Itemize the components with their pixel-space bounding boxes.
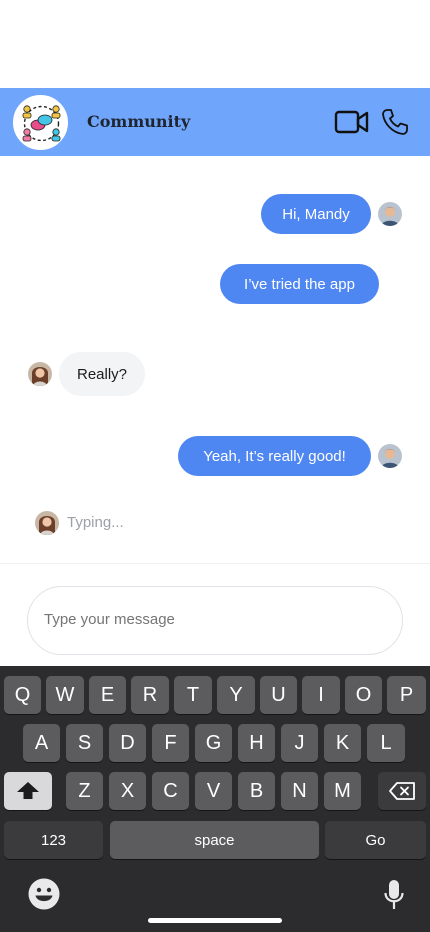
community-group-icon	[22, 105, 61, 142]
video-call-button[interactable]	[334, 109, 370, 135]
keyboard: Q W E R T Y U I O P A S D F G H J K L Z …	[0, 666, 430, 932]
home-indicator	[148, 918, 282, 923]
message-bubble-outgoing[interactable]: I’ve tried the app	[220, 264, 379, 304]
user-avatar-icon	[378, 444, 402, 468]
key-o[interactable]: O	[345, 676, 382, 714]
emoji-icon	[28, 878, 60, 910]
message-input[interactable]	[44, 611, 374, 628]
microphone-icon	[384, 880, 404, 909]
key-w[interactable]: W	[46, 676, 84, 714]
key-i[interactable]: I	[302, 676, 340, 714]
user-avatar-icon	[378, 202, 402, 226]
shift-icon	[17, 782, 39, 799]
key-t[interactable]: T	[174, 676, 212, 714]
key-k[interactable]: K	[324, 724, 361, 762]
key-s[interactable]: S	[66, 724, 103, 762]
message-bubble-outgoing[interactable]: Hi, Mandy	[261, 194, 371, 234]
key-u[interactable]: U	[260, 676, 297, 714]
chat-header: Community	[0, 88, 430, 156]
key-r[interactable]: R	[131, 676, 169, 714]
key-h[interactable]: H	[238, 724, 275, 762]
key-q[interactable]: Q	[4, 676, 41, 714]
key-c[interactable]: C	[152, 772, 189, 810]
key-z[interactable]: Z	[66, 772, 103, 810]
key-d[interactable]: D	[109, 724, 146, 762]
key-g[interactable]: G	[195, 724, 232, 762]
message-composer[interactable]	[27, 586, 403, 655]
group-avatar[interactable]	[13, 95, 68, 150]
key-b[interactable]: B	[238, 772, 275, 810]
backspace-key[interactable]	[378, 772, 426, 810]
key-p[interactable]: P	[387, 676, 426, 714]
go-key[interactable]: Go	[325, 821, 426, 859]
key-l[interactable]: L	[367, 724, 405, 762]
divider	[0, 563, 430, 564]
user-avatar[interactable]	[378, 202, 402, 226]
contact-avatar-icon	[35, 511, 59, 535]
user-avatar[interactable]	[378, 444, 402, 468]
space-key[interactable]: space	[110, 821, 319, 859]
chat-screen: Community Hi, Mandy I’ve tried the app R…	[0, 0, 430, 932]
key-m[interactable]: M	[324, 772, 361, 810]
key-e[interactable]: E	[89, 676, 126, 714]
typing-contact-avatar	[35, 511, 59, 535]
shift-key[interactable]	[4, 772, 52, 810]
key-f[interactable]: F	[152, 724, 189, 762]
dictation-button[interactable]	[383, 878, 405, 912]
key-v[interactable]: V	[195, 772, 232, 810]
emoji-button[interactable]	[27, 877, 61, 911]
voice-call-button[interactable]	[381, 108, 409, 136]
contact-avatar[interactable]	[28, 362, 52, 386]
key-a[interactable]: A	[23, 724, 60, 762]
key-y[interactable]: Y	[217, 676, 255, 714]
key-x[interactable]: X	[109, 772, 146, 810]
typing-indicator: Typing...	[67, 514, 124, 531]
video-camera-icon	[334, 110, 369, 134]
contact-avatar-icon	[28, 362, 52, 386]
key-n[interactable]: N	[281, 772, 318, 810]
message-bubble-outgoing[interactable]: Yeah, It’s really good!	[178, 436, 371, 476]
phone-icon	[382, 109, 408, 135]
numbers-key[interactable]: 123	[4, 821, 103, 859]
chat-title: Community	[87, 112, 191, 131]
message-bubble-incoming[interactable]: Really?	[59, 352, 145, 396]
backspace-icon	[389, 782, 415, 800]
key-j[interactable]: J	[281, 724, 318, 762]
